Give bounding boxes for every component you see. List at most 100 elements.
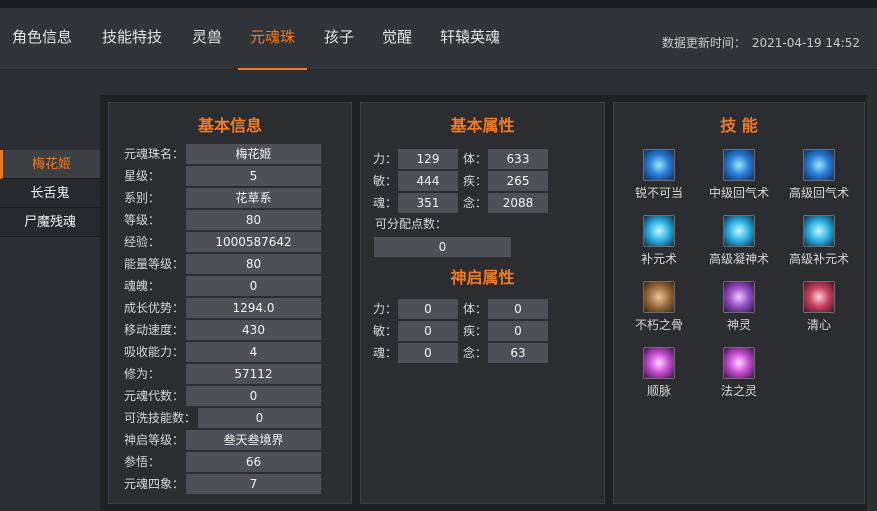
- info-label: 经验：: [124, 235, 161, 249]
- attr-value: 0: [398, 299, 458, 319]
- basic-attr-title: 基本属性: [450, 116, 515, 135]
- attr-label: 疾：: [463, 324, 488, 338]
- skill-item[interactable]: 补元术: [626, 215, 692, 267]
- skill-name: 高级凝神术: [708, 252, 769, 266]
- attr-label: 敏：: [373, 324, 398, 338]
- tab-skills[interactable]: 技能特技: [102, 8, 162, 70]
- skill-name: 清心: [806, 318, 831, 332]
- info-label: 星级：: [124, 169, 161, 183]
- attr-label: 念：: [463, 196, 488, 210]
- info-value: 57112: [186, 364, 321, 384]
- attr-value: 0: [398, 343, 458, 363]
- attr-label: 念：: [463, 346, 488, 360]
- attr-label: 魂：: [373, 196, 398, 210]
- info-label: 可洗技能数：: [124, 411, 197, 425]
- attr-value: 2088: [488, 193, 548, 213]
- info-label: 元魂珠名：: [124, 147, 185, 161]
- attr-label: 力：: [373, 152, 398, 166]
- meridian-skill-icon: [643, 347, 675, 379]
- tab-awakening[interactable]: 觉醒: [382, 8, 412, 70]
- calm-skill-icon: [803, 281, 835, 313]
- skill-item[interactable]: 神灵: [706, 281, 772, 333]
- info-label: 吸收能力：: [124, 345, 185, 359]
- spirit-skill-icon: [723, 281, 755, 313]
- info-label: 修为：: [124, 367, 161, 381]
- detail-area: 基本信息 元魂珠名： 梅花姬星级： 5 系别： 花草系等级： 80 经验： 100058764…: [100, 95, 867, 511]
- attr-value: 351: [398, 193, 458, 213]
- points-value: 0: [374, 237, 511, 257]
- basic-info-title: 基本信息: [197, 116, 262, 135]
- info-value: 叁天叁境界: [186, 430, 321, 450]
- info-label: 魂魄：: [124, 279, 161, 293]
- attr-value: 129: [398, 149, 458, 169]
- info-value: 80: [186, 254, 321, 274]
- tab-pets[interactable]: 灵兽: [192, 8, 222, 70]
- tab-character-info[interactable]: 角色信息: [12, 8, 72, 70]
- skill-item[interactable]: 高级回气术: [786, 149, 852, 201]
- skill-item[interactable]: 法之灵: [706, 347, 772, 399]
- skill-name: 锐不可当: [634, 186, 683, 200]
- info-value: 1000587642: [186, 232, 321, 252]
- info-value: 0: [186, 276, 321, 296]
- info-value: 7: [186, 474, 321, 494]
- soul-pearl-list: 梅花姬 长舌鬼 尸魔残魂: [0, 150, 100, 237]
- bone-skill-icon: [643, 281, 675, 313]
- tab-soul-pearl[interactable]: 元魂珠: [237, 8, 308, 70]
- info-value: 0: [198, 408, 321, 428]
- tab-children[interactable]: 孩子: [324, 8, 354, 70]
- skill-item[interactable]: 不朽之骨: [626, 281, 692, 333]
- skill-item[interactable]: 中级回气术: [706, 149, 772, 201]
- divine-attr-title: 神启属性: [450, 268, 515, 287]
- restore-skill-icon: [643, 215, 675, 247]
- main-nav: 角色信息 技能特技 灵兽 元魂珠 孩子 觉醒 轩辕英魂 数据更新时间： 2021-…: [0, 8, 877, 70]
- skill-item[interactable]: 顺脉: [626, 347, 692, 399]
- info-value: 花草系: [186, 188, 321, 208]
- skills-panel: 技 能 锐不可当 中级回气术 高级回气术 补元术 高级凝神术 高级补元术 不朽之骨 神灵 清心顺…: [613, 102, 865, 504]
- sword-skill-icon: [643, 149, 675, 181]
- tab-hero-soul[interactable]: 轩辕英魂: [440, 8, 500, 70]
- attr-label: 体：: [463, 302, 488, 316]
- magic-skill-icon: [723, 347, 755, 379]
- data-update-time: 数据更新时间： 2021-04-19 14:52: [662, 34, 860, 51]
- restore-skill-icon: [803, 215, 835, 247]
- info-value: 4: [186, 342, 321, 362]
- attr-value: 0: [398, 321, 458, 341]
- attr-value: 444: [398, 171, 458, 191]
- attr-label: 疾：: [463, 174, 488, 188]
- info-label: 参悟：: [124, 455, 161, 469]
- info-value: 5: [186, 166, 321, 186]
- attr-label: 体：: [463, 152, 488, 166]
- skill-name: 顺脉: [646, 384, 671, 398]
- info-value: 66: [186, 452, 321, 472]
- skill-name: 补元术: [640, 252, 677, 266]
- skill-name: 神灵: [726, 318, 751, 332]
- info-value: 430: [186, 320, 321, 340]
- info-label: 系别：: [124, 191, 161, 205]
- info-value: 80: [186, 210, 321, 230]
- update-label: 数据更新时间：: [661, 36, 746, 50]
- top-strip: [0, 0, 877, 8]
- sidebar-item-changshegui[interactable]: 长舌鬼: [0, 179, 100, 208]
- info-label: 能量等级：: [124, 257, 185, 271]
- info-label: 等级：: [124, 213, 161, 227]
- skill-item[interactable]: 清心: [786, 281, 852, 333]
- attr-label: 力：: [373, 302, 398, 316]
- skill-name: 法之灵: [720, 384, 757, 398]
- focus-skill-icon: [723, 215, 755, 247]
- sidebar-item-shimocanhun[interactable]: 尸魔残魂: [0, 208, 100, 237]
- attr-value: 0: [488, 321, 548, 341]
- skill-item[interactable]: 锐不可当: [626, 149, 692, 201]
- skill-item[interactable]: 高级凝神术: [706, 215, 772, 267]
- sidebar-item-meihuaji[interactable]: 梅花姬: [0, 150, 100, 179]
- attr-label: 敏：: [373, 174, 398, 188]
- update-timestamp: 2021-04-19 14:52: [751, 36, 860, 50]
- skill-item[interactable]: 高级补元术: [786, 215, 852, 267]
- qi-skill-icon: [723, 149, 755, 181]
- attr-label: 魂：: [373, 346, 398, 360]
- info-value: 梅花姬: [186, 144, 321, 164]
- skill-name: 不朽之骨: [634, 318, 683, 332]
- skill-name: 高级补元术: [788, 252, 849, 266]
- basic-info-panel: 基本信息 元魂珠名： 梅花姬星级： 5 系别： 花草系等级： 80 经验： 100058764…: [108, 102, 352, 504]
- info-value: 0: [186, 386, 321, 406]
- info-label: 移动速度：: [124, 323, 185, 337]
